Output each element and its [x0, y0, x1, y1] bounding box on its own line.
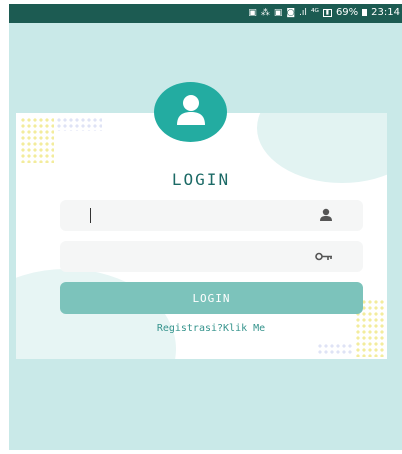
battery-indicator [362, 9, 368, 16]
username-input[interactable] [72, 204, 306, 228]
user-icon [177, 95, 205, 125]
text-caret [90, 208, 91, 223]
register-link[interactable]: Registrasi?Klik Me [0, 323, 402, 334]
status-time: 23:14 [371, 7, 400, 18]
page-title: LOGIN [171, 170, 231, 189]
decor-dots [20, 117, 54, 163]
password-input[interactable] [72, 245, 306, 269]
status-bar: ▣ ⁂ ▣ ◙ .ıl ⁴ᴳ ▮ 69% 23:14 [9, 4, 402, 23]
user-icon [320, 208, 332, 221]
sim-icon: ◙ [286, 7, 296, 18]
login-button[interactable]: LOGIN [60, 282, 363, 314]
battery-percent: 69% [335, 7, 359, 18]
key-icon [315, 252, 332, 261]
gallery-icon: ▣ [248, 7, 257, 18]
decor-dots [56, 117, 102, 131]
lte-icon: ⁴ᴳ [310, 7, 319, 18]
signal-icon: .ıl [299, 7, 307, 18]
username-field[interactable] [60, 200, 363, 231]
gallery-icon: ▣ [273, 7, 283, 18]
battery-icon: ▮ [322, 8, 332, 17]
avatar [154, 82, 227, 142]
decor-dots [317, 343, 353, 355]
password-field[interactable] [60, 241, 363, 272]
wifi-icon: ⁂ [260, 7, 270, 18]
